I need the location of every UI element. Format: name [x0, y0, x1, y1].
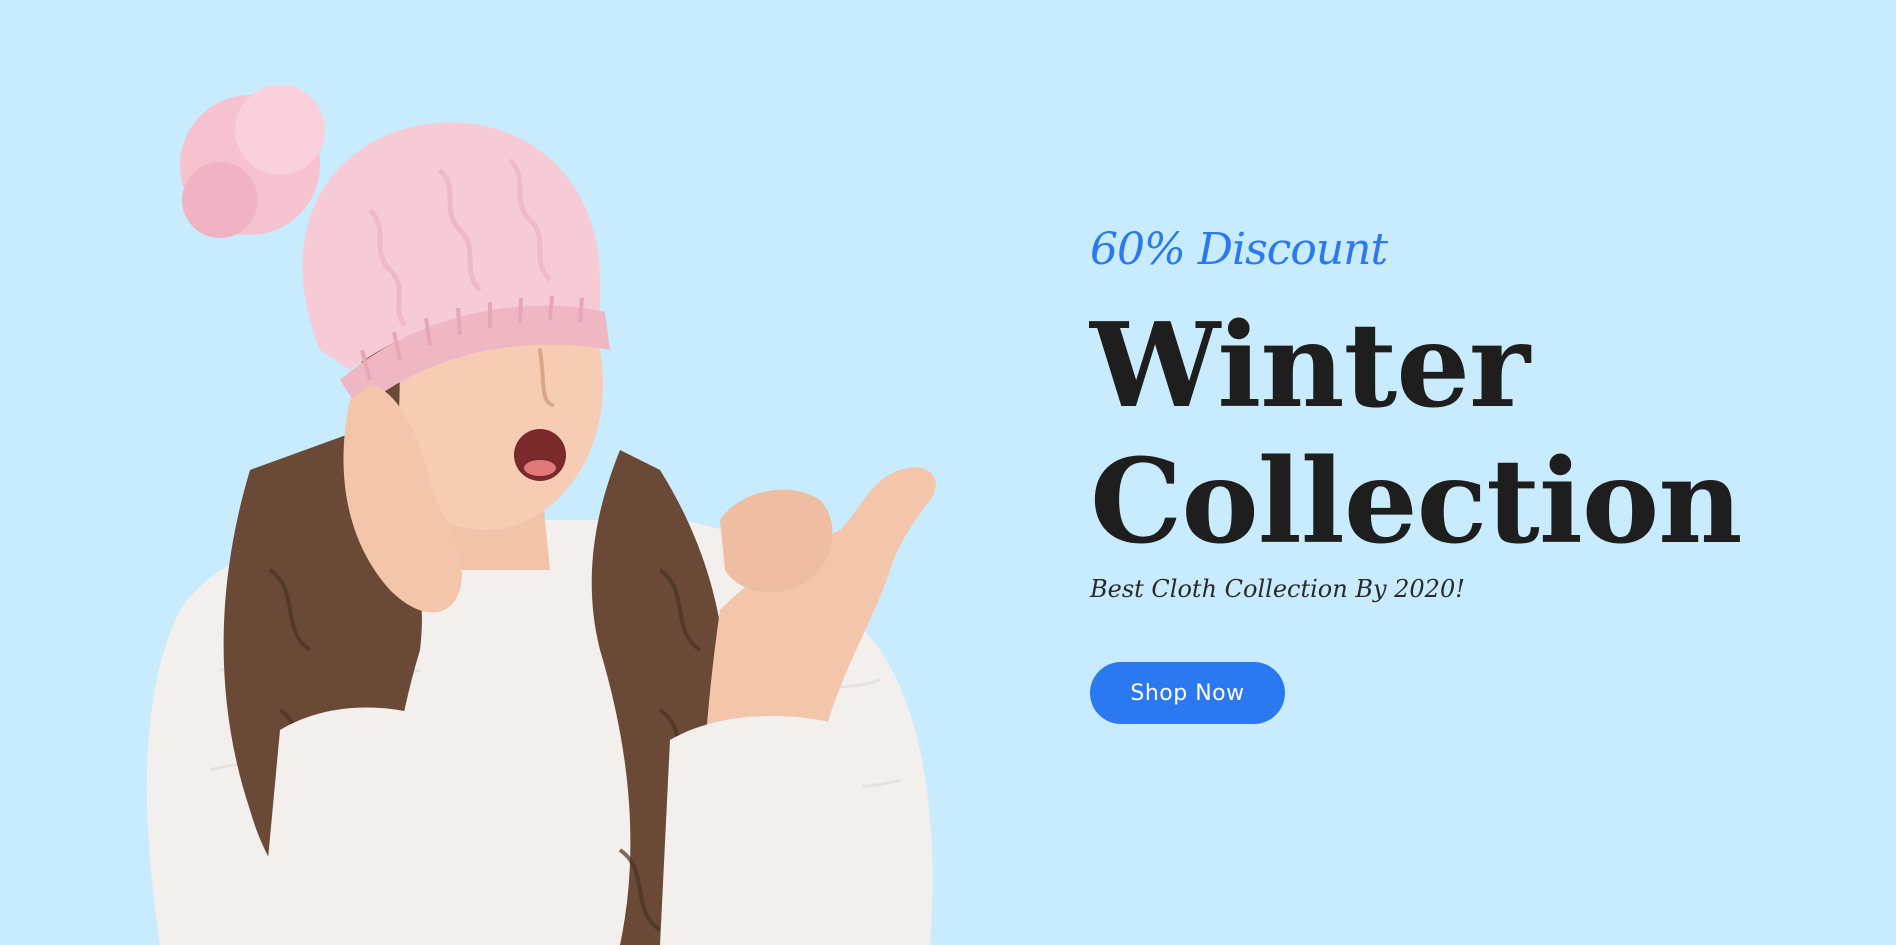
hero-title: Winter Collection [1090, 298, 1850, 570]
hero-content: 60% Discount Winter Collection Best Clot… [1090, 218, 1850, 724]
hero-subtitle: Best Cloth Collection By 2020! [1090, 575, 1465, 603]
discount-label: 60% Discount [1090, 224, 1388, 275]
shop-now-button[interactable]: Shop Now [1090, 662, 1285, 724]
model-photo [146, 85, 936, 945]
hero-title-line2: Collection [1090, 434, 1743, 570]
hero-banner: 60% Discount Winter Collection Best Clot… [0, 0, 1896, 945]
hero-title-line1: Winter [1090, 298, 1530, 434]
